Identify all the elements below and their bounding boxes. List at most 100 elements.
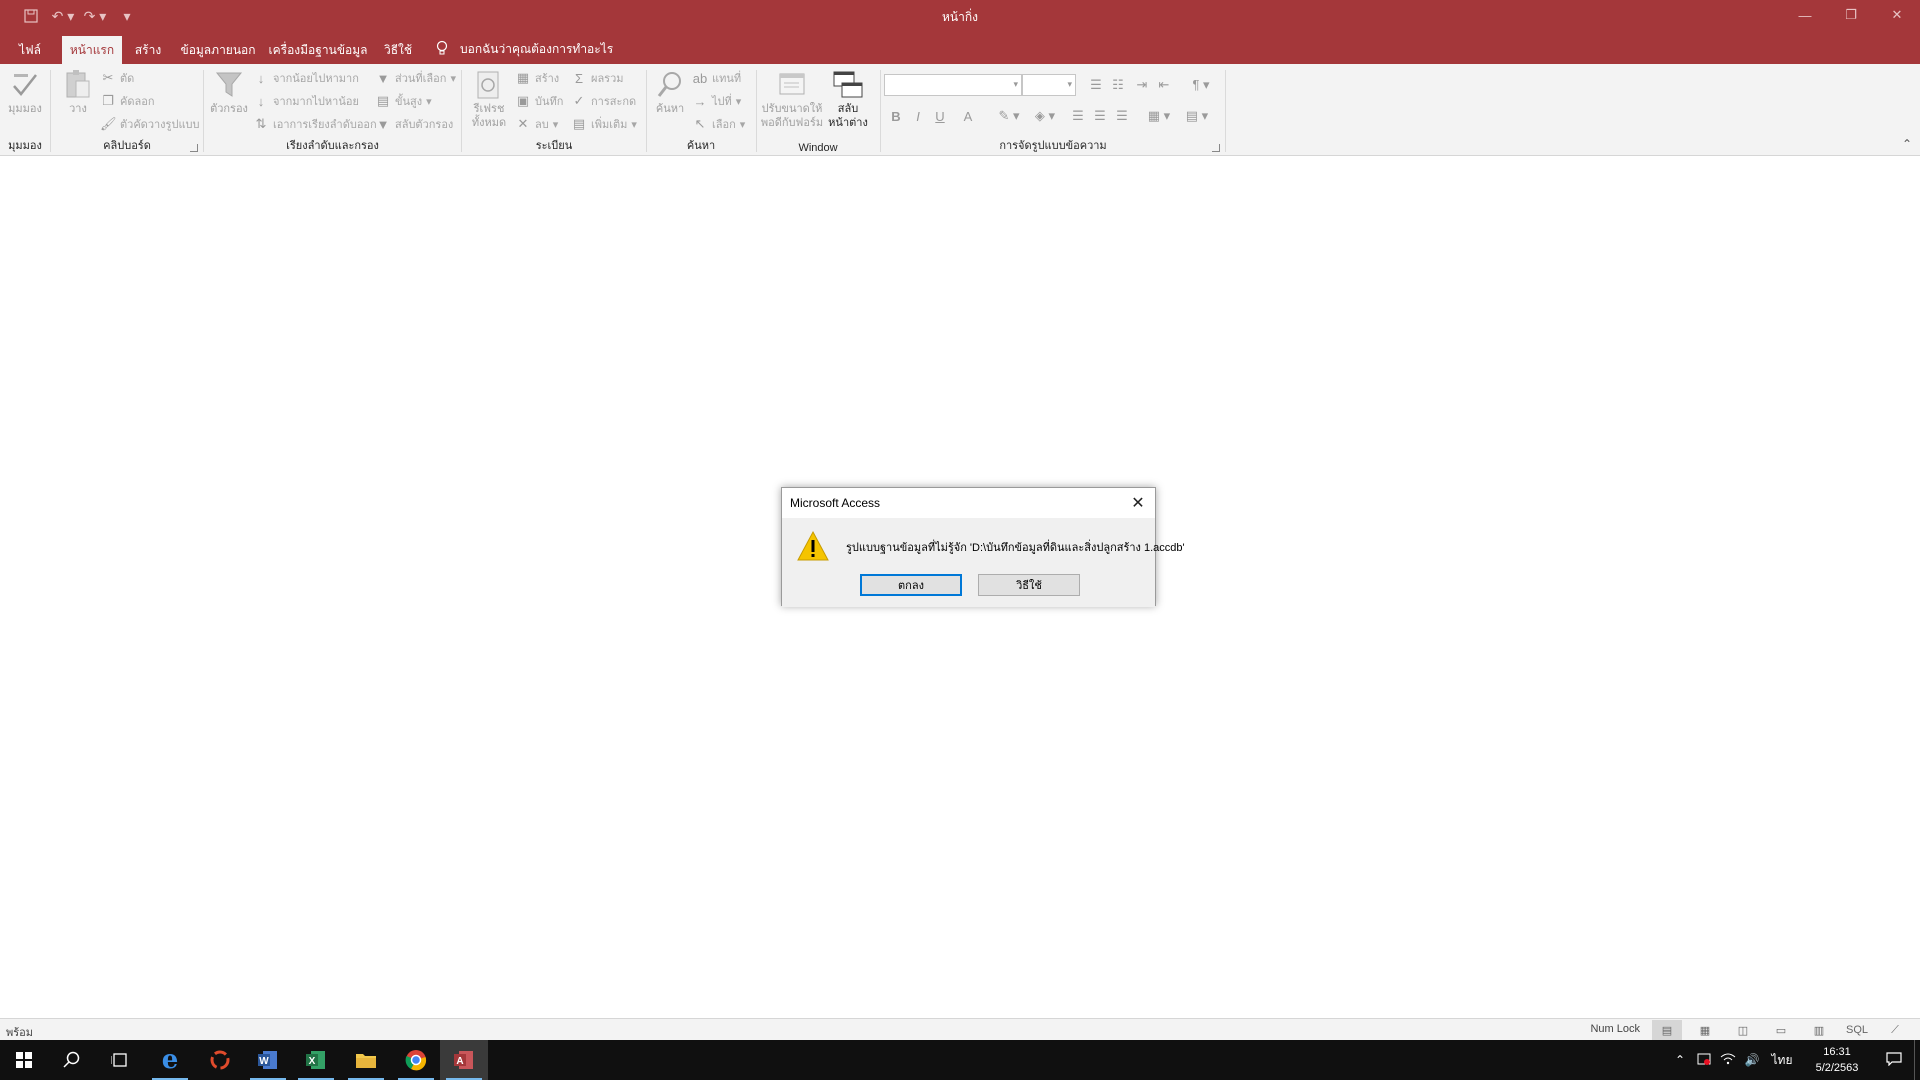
sort-descending-button[interactable]: ↓ จากมากไปหาน้อย — [253, 91, 359, 111]
toggle-filter-button[interactable]: ▼ สลับตัวกรอง — [375, 114, 454, 134]
tab-help[interactable]: วิธีใช้ — [376, 36, 420, 64]
more-button[interactable]: ▤ เพิ่มเติม ▾ — [571, 114, 637, 134]
view-icon — [3, 68, 47, 102]
language-indicator[interactable]: ไทย — [1764, 1051, 1800, 1070]
save-record-button[interactable]: ▣ บันทึก — [515, 91, 564, 111]
tab-database-tools[interactable]: เครื่องมือฐานข้อมูล — [268, 36, 368, 64]
dialog-close-icon[interactable]: ✕ — [1127, 492, 1149, 514]
alternate-row-color-icon[interactable]: ▤ ▾ — [1182, 106, 1212, 126]
layout-view-icon[interactable]: ▭ — [1766, 1020, 1796, 1040]
datasheet-view-icon[interactable]: ▤ — [1652, 1020, 1682, 1040]
select-button[interactable]: ↖ เลือก ▾ — [692, 114, 746, 134]
font-size-box[interactable]: ▾ — [1022, 74, 1076, 96]
sort-ascending-button[interactable]: ↓ จากน้อยไปหามาก — [253, 68, 359, 88]
filter-button[interactable]: ตัวกรอง — [207, 68, 251, 128]
refresh-all-button[interactable]: รีเฟรชทั้งหมด — [463, 68, 515, 129]
view-button[interactable]: มุมมอง — [3, 68, 47, 128]
file-explorer-icon[interactable] — [342, 1040, 390, 1080]
replace-button[interactable]: ab แทนที่ — [692, 68, 741, 88]
find-icon — [648, 68, 692, 102]
tab-external-data[interactable]: ข้อมูลภายนอก — [176, 36, 260, 64]
decrease-indent-icon[interactable]: ⇤ — [1154, 75, 1174, 95]
volume-icon[interactable]: 🔊 — [1740, 1053, 1764, 1067]
text-formatting-launcher-icon[interactable] — [1212, 144, 1220, 152]
access-icon[interactable]: A — [440, 1040, 488, 1080]
save-record-icon: ▣ — [516, 93, 530, 108]
underline-button[interactable]: U — [930, 106, 950, 126]
fill-color-icon[interactable]: ◈ ▾ — [1030, 106, 1060, 126]
sql-view-icon[interactable]: SQL — [1842, 1020, 1872, 1040]
increase-indent-icon[interactable]: ⇥ — [1132, 75, 1152, 95]
align-center-icon[interactable]: ☰ — [1090, 106, 1110, 126]
gridlines-icon[interactable]: ▦ ▾ — [1144, 106, 1174, 126]
minimize-icon[interactable]: — — [1782, 0, 1828, 30]
task-view-icon[interactable] — [96, 1040, 144, 1080]
cut-button[interactable]: ✂ ตัด — [100, 68, 135, 88]
goto-icon: → — [693, 93, 707, 109]
bold-button[interactable]: B — [886, 106, 906, 126]
collapse-ribbon-icon[interactable]: ⌃ — [1902, 137, 1912, 151]
edge-icon[interactable]: e — [146, 1040, 194, 1080]
goto-button[interactable]: → ไปที่ ▾ — [692, 91, 742, 111]
dialog-body: รูปแบบฐานข้อมูลที่ไม่รู้จัก 'D:\บันทึกข้… — [782, 518, 1185, 607]
numbering-icon[interactable]: ☷ — [1108, 75, 1128, 95]
italic-button[interactable]: I — [908, 106, 928, 126]
clock-time: 16:31 — [1823, 1046, 1851, 1058]
search-icon[interactable] — [48, 1040, 96, 1080]
records-group-label: ระเบียน — [535, 140, 573, 152]
chevron-down-icon: ▾ — [1067, 79, 1072, 89]
totals-button[interactable]: Σ ผลรวม — [571, 68, 624, 88]
design-view-icon[interactable]: ▥ — [1804, 1020, 1834, 1040]
paragraph-direction-icon[interactable]: ¶ ▾ — [1184, 75, 1218, 95]
selection-button[interactable]: ▼ ส่วนที่เลือก ▾ — [375, 68, 456, 88]
word-icon[interactable]: W — [244, 1040, 292, 1080]
wifi-icon[interactable] — [1716, 1053, 1740, 1068]
switch-windows-button[interactable]: สลับหน้าต่าง — [824, 68, 872, 129]
start-icon[interactable] — [0, 1040, 48, 1080]
remove-sort-button[interactable]: ⇅ เอาการเรียงลำดับออก — [253, 114, 377, 134]
window-title: หน้ากิ่ง — [942, 10, 978, 24]
find-button[interactable]: ค้นหา — [648, 68, 692, 128]
paste-button[interactable]: วาง — [56, 68, 100, 128]
highlight-icon[interactable]: ✎ ▾ — [994, 106, 1024, 126]
copy-button[interactable]: ❐ คัดลอก — [100, 91, 154, 111]
pivot-table-icon[interactable]: ▦ — [1690, 1020, 1720, 1040]
help-button[interactable]: วิธีใช้ — [978, 574, 1080, 596]
font-name-box[interactable]: ▾ — [884, 74, 1022, 96]
tab-file[interactable]: ไฟล์ — [8, 36, 52, 64]
font-color-button[interactable]: A — [958, 106, 978, 126]
new-record-button[interactable]: ▦ สร้าง — [515, 68, 559, 88]
spelling-icon: ✓ — [573, 93, 585, 108]
chrome-icon[interactable] — [392, 1040, 440, 1080]
find-group-label: ค้นหา — [686, 140, 716, 152]
bullets-icon[interactable]: ☰ — [1086, 75, 1106, 95]
align-right-icon[interactable]: ☰ — [1112, 106, 1132, 126]
clock[interactable]: 16:31 5/2/2563 — [1800, 1044, 1874, 1076]
refresh-icon — [463, 68, 515, 102]
spelling-button[interactable]: ✓ การสะกด — [571, 91, 637, 111]
format-painter-button[interactable]: 🖌 ตัวคัดวางรูปแบบ — [100, 114, 200, 134]
chevron-up-icon[interactable]: ⌃ — [1668, 1053, 1692, 1067]
close-icon[interactable]: ✕ — [1874, 0, 1920, 30]
notifications-icon[interactable] — [1874, 1051, 1914, 1069]
tab-create[interactable]: สร้าง — [128, 36, 168, 64]
align-left-icon[interactable]: ☰ — [1068, 106, 1088, 126]
clipboard-group-label: คลิปบอร์ด — [103, 140, 151, 152]
form-view-icon[interactable]: ◫ — [1728, 1020, 1758, 1040]
security-alert-icon[interactable] — [1692, 1052, 1716, 1069]
restore-icon[interactable]: ❐ — [1828, 0, 1874, 30]
clipboard-group: วาง ✂ ตัด ❐ คัดลอก 🖌 ตัวคัดวางรูปแบบ คลิปบอ… — [52, 64, 202, 156]
show-desktop-button[interactable] — [1914, 1040, 1920, 1080]
tell-me-box[interactable]: บอกฉันว่าคุณต้องการทำอะไร — [436, 37, 613, 61]
ok-button[interactable]: ตกลง — [860, 574, 962, 596]
paste-icon — [56, 68, 100, 102]
advanced-button[interactable]: ▤ ขั้นสูง ▾ — [375, 91, 432, 111]
tab-home[interactable]: หน้าแรก — [62, 36, 122, 64]
size-to-fit-form-button[interactable]: ปรับขนาดให้พอดีกับฟอร์ม — [760, 68, 824, 129]
excel-icon[interactable]: X — [292, 1040, 340, 1080]
system-tray: ⌃ 🔊 ไทย 16:31 5/2/2563 — [1668, 1040, 1920, 1080]
pivot-chart-icon[interactable]: ⟋ — [1880, 1020, 1910, 1040]
recovery-app-icon[interactable] — [196, 1040, 244, 1080]
clipboard-launcher-icon[interactable] — [190, 144, 198, 152]
delete-record-button[interactable]: ✕ ลบ ▾ — [515, 114, 559, 134]
